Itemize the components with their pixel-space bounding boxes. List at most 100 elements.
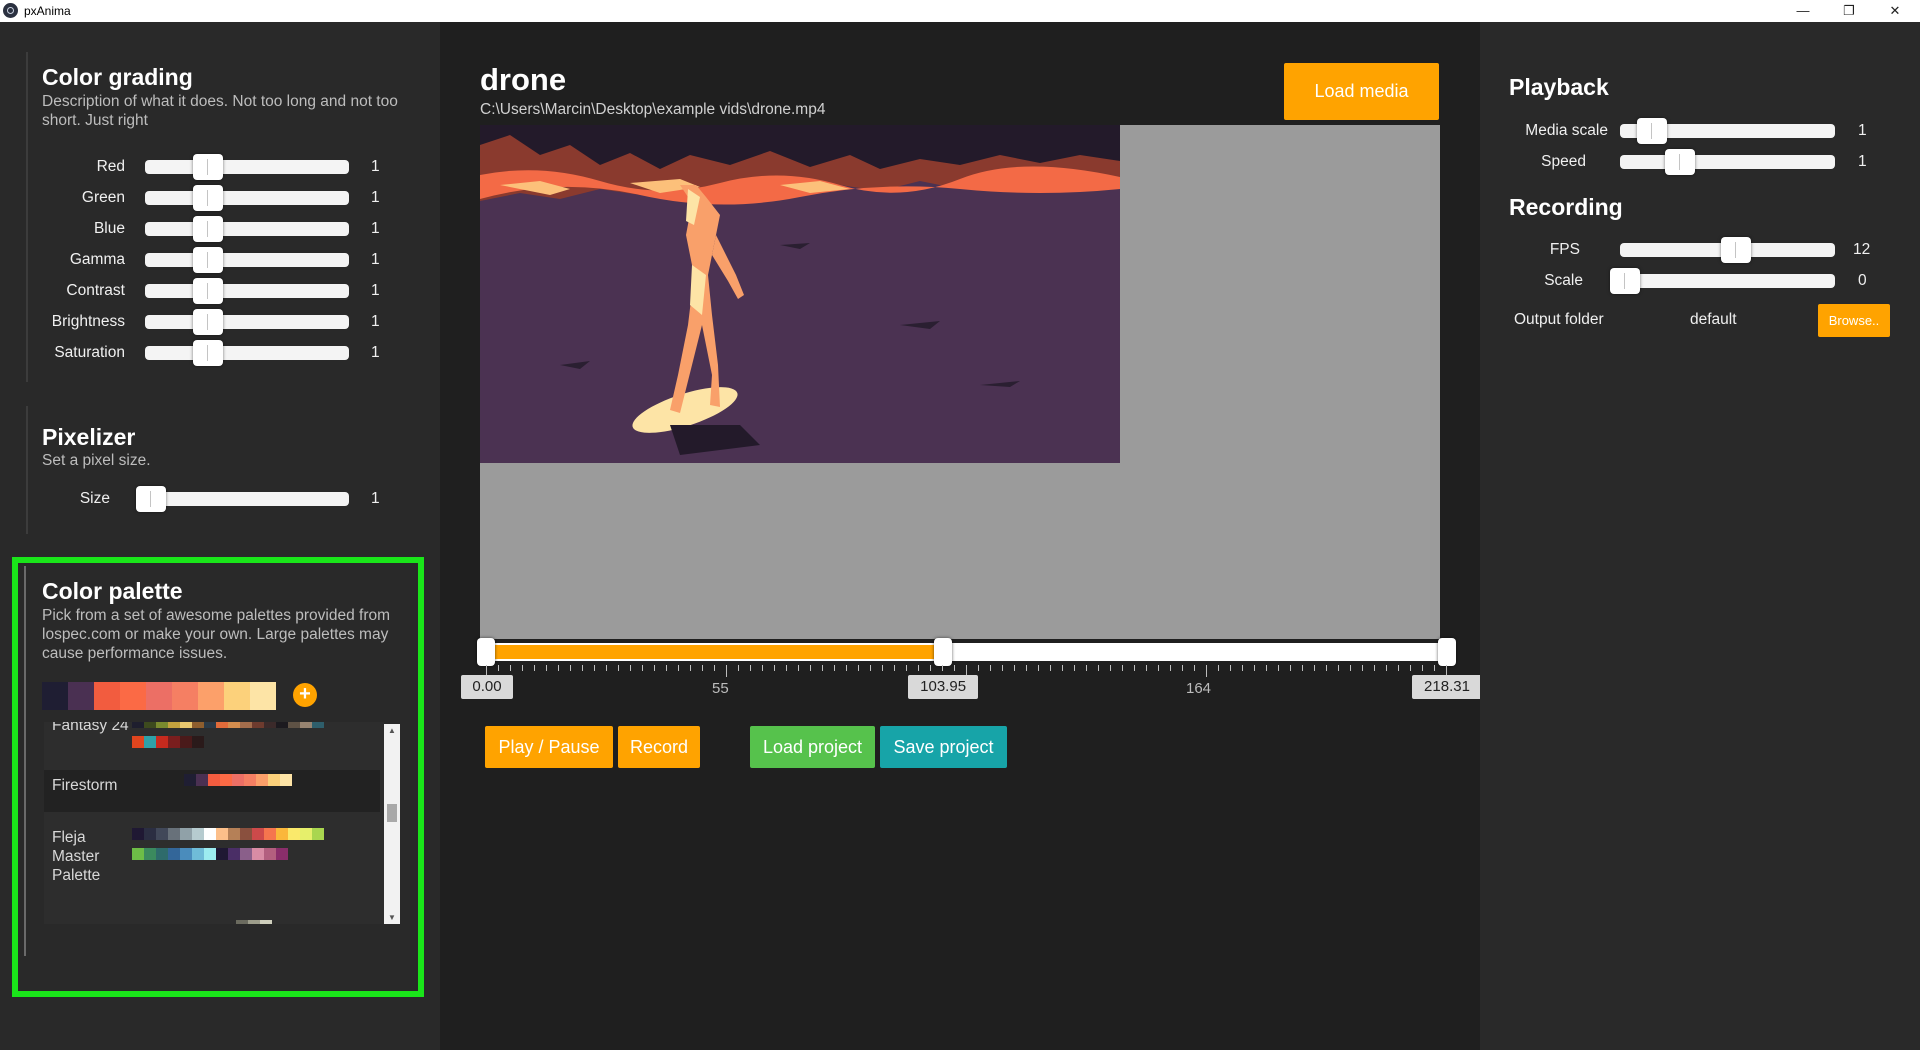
pixelizer-title: Pixelizer xyxy=(42,424,136,450)
timeline-tick xyxy=(1290,665,1291,671)
speed-slider-handle[interactable] xyxy=(1665,149,1695,175)
record-button[interactable]: Record xyxy=(618,726,700,768)
timeline-tick xyxy=(642,665,643,671)
play-pause-button[interactable]: Play / Pause xyxy=(485,726,613,768)
slider-label: Blue xyxy=(93,220,125,237)
timeline-tick xyxy=(1338,665,1339,671)
slider-track[interactable] xyxy=(145,284,349,298)
timeline-tick xyxy=(750,665,751,671)
slider-label: Contrast xyxy=(66,282,125,299)
timeline-tick xyxy=(702,665,703,671)
timeline-tick xyxy=(1074,665,1075,671)
close-icon[interactable]: ✕ xyxy=(1872,0,1918,22)
timeline-tick xyxy=(822,665,823,671)
slider-track[interactable] xyxy=(145,253,349,267)
media-path: C:\Users\Marcin\Desktop\example vids\dro… xyxy=(480,101,826,118)
slider-handle[interactable] xyxy=(193,340,223,366)
fps-value: 12 xyxy=(1853,241,1871,258)
timeline-tick xyxy=(570,665,571,671)
timeline-end-label: 218.31 xyxy=(1412,675,1482,699)
timeline-tick xyxy=(978,665,979,671)
slider-handle[interactable] xyxy=(193,247,223,273)
timeline-tick xyxy=(894,665,895,671)
timeline-tick xyxy=(1242,665,1243,671)
pixelizer-description: Set a pixel size. xyxy=(42,452,151,469)
timeline-tick xyxy=(942,665,943,671)
timeline-tick xyxy=(798,665,799,671)
timeline-tick xyxy=(1182,665,1183,671)
slider-label: Red xyxy=(96,158,125,175)
slider-handle[interactable] xyxy=(193,154,223,180)
output-folder-label: Output folder xyxy=(1514,311,1604,328)
slider-value: 1 xyxy=(371,313,380,330)
scale-value: 0 xyxy=(1858,272,1867,289)
timeline-tick xyxy=(1206,665,1207,677)
media-scale-slider-handle[interactable] xyxy=(1637,118,1667,144)
timeline-tick xyxy=(1086,665,1087,671)
window-title: pxAnima xyxy=(24,4,71,18)
slider-value: 1 xyxy=(371,158,380,175)
load-project-button[interactable]: Load project xyxy=(750,726,875,768)
pixel-size-slider-handle[interactable] xyxy=(136,486,166,512)
fps-slider-handle[interactable] xyxy=(1721,237,1751,263)
speed-slider[interactable] xyxy=(1620,155,1835,169)
slider-label: Saturation xyxy=(54,344,125,361)
output-folder-value: default xyxy=(1690,311,1737,328)
timeline-tick xyxy=(954,665,955,671)
slider-track[interactable] xyxy=(145,160,349,174)
recording-title: Recording xyxy=(1509,194,1623,220)
timeline-tick xyxy=(882,665,883,671)
scale-slider-handle[interactable] xyxy=(1610,268,1640,294)
scale-slider[interactable] xyxy=(1620,274,1835,288)
timeline-tick xyxy=(906,665,907,671)
slider-label: Brightness xyxy=(51,313,125,330)
pixel-size-slider[interactable] xyxy=(145,492,349,506)
slider-track[interactable] xyxy=(145,315,349,329)
timeline-tick xyxy=(1002,665,1003,671)
timeline-tick xyxy=(1050,665,1051,671)
timeline-start-label: 0.00 xyxy=(461,675,513,699)
timeline-tick xyxy=(1266,665,1267,671)
slider-handle[interactable] xyxy=(193,216,223,242)
playback-title: Playback xyxy=(1509,74,1609,100)
slider-track[interactable] xyxy=(145,346,349,360)
slider-track[interactable] xyxy=(145,222,349,236)
timeline-tick xyxy=(1326,665,1327,671)
fps-label: FPS xyxy=(1549,241,1580,258)
slider-handle[interactable] xyxy=(193,278,223,304)
slider-track[interactable] xyxy=(145,191,349,205)
window-title-bar: pxAnima — ❐ ✕ xyxy=(0,0,1920,22)
timeline-tick xyxy=(1134,665,1135,671)
pixel-size-value: 1 xyxy=(371,490,380,507)
video-frame xyxy=(480,125,1120,463)
pixel-size-label: Size xyxy=(79,490,110,507)
section-rail xyxy=(26,406,28,534)
maximize-icon[interactable]: ❐ xyxy=(1826,0,1872,22)
timeline-tick xyxy=(1194,665,1195,671)
slider-handle[interactable] xyxy=(193,309,223,335)
load-media-button[interactable]: Load media xyxy=(1284,63,1439,120)
timeline-tick xyxy=(786,665,787,671)
timeline-tick xyxy=(1062,665,1063,671)
save-project-button[interactable]: Save project xyxy=(880,726,1007,768)
browse-button[interactable]: Browse.. xyxy=(1818,304,1890,337)
timeline-tick xyxy=(1278,665,1279,671)
timeline-tick xyxy=(594,665,595,671)
color-grading-description: Description of what it does. Not too lon… xyxy=(42,93,398,129)
timeline-tick xyxy=(990,665,991,671)
timeline-tick xyxy=(510,665,511,671)
minimize-icon[interactable]: — xyxy=(1780,0,1826,22)
timeline-current-handle[interactable] xyxy=(934,638,953,666)
timeline-tick xyxy=(1146,665,1147,671)
timeline-tick xyxy=(1422,665,1423,671)
timeline-tick xyxy=(810,665,811,671)
timeline-tick xyxy=(498,665,499,671)
drone-frame-image xyxy=(480,125,1120,463)
timeline-start-handle[interactable] xyxy=(477,638,495,666)
right-panel xyxy=(1480,22,1920,1050)
scale-label: Scale xyxy=(1544,272,1583,289)
slider-label: Green xyxy=(81,189,125,206)
timeline-end-handle[interactable] xyxy=(1438,638,1456,666)
slider-handle[interactable] xyxy=(193,185,223,211)
timeline-tick xyxy=(558,665,559,671)
